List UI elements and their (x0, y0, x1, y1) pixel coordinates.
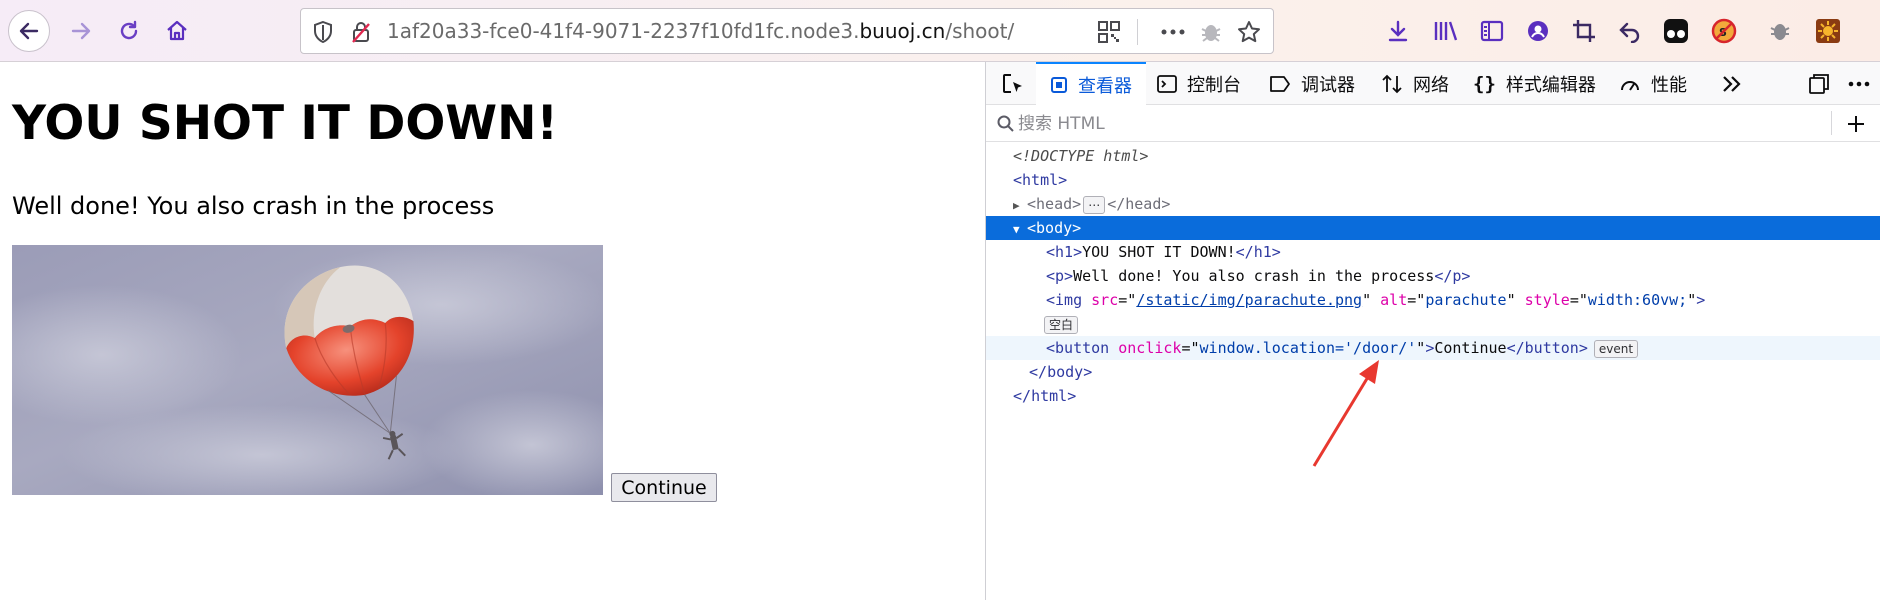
tampermonkey-icon[interactable] (1662, 17, 1690, 45)
arrow-right-icon (71, 22, 91, 40)
bookmark-star-icon[interactable] (1237, 20, 1261, 44)
undo-icon[interactable] (1616, 17, 1644, 45)
page-heading: YOU SHOT IT DOWN! (12, 96, 558, 151)
extension-bug-icon[interactable] (1766, 17, 1794, 45)
bug-icon[interactable] (1199, 20, 1223, 44)
continue-button[interactable]: Continue (611, 473, 717, 502)
parachute-image (12, 245, 603, 495)
noscript-icon[interactable]: S (1710, 17, 1738, 45)
page-content: YOU SHOT IT DOWN! Well done! You also cr… (0, 62, 985, 600)
forward-button[interactable] (60, 10, 102, 52)
sidebar-icon[interactable] (1478, 17, 1506, 45)
url-text: 1af20a33-fce0-41f4-9071-2237f10fd1fc.nod… (387, 19, 1015, 43)
crop-icon[interactable] (1570, 17, 1598, 45)
browser-toolbar: 1af20a33-fce0-41f4-9071-2237f10fd1fc.nod… (0, 0, 1880, 62)
reload-icon (120, 20, 138, 40)
extension-sun-icon[interactable] (1814, 17, 1842, 45)
insecure-lock-icon[interactable] (349, 20, 373, 44)
arrow-left-icon (19, 22, 39, 40)
url-bar[interactable]: 1af20a33-fce0-41f4-9071-2237f10fd1fc.nod… (300, 8, 1274, 54)
home-icon (167, 20, 187, 41)
annotation-arrow (1312, 360, 1379, 467)
home-button[interactable] (156, 10, 198, 52)
back-button[interactable] (8, 10, 50, 52)
page-paragraph: Well done! You also crash in the process (12, 192, 495, 220)
shield-icon[interactable] (311, 20, 335, 44)
downloads-icon[interactable] (1384, 17, 1412, 45)
qr-code-icon[interactable] (1097, 20, 1121, 44)
library-icon[interactable] (1432, 17, 1460, 45)
devtools-panel: 查看器 控制台 调试器 网络 {} 样式编辑器 性能 搜索 HTML <!DOC… (985, 62, 1880, 600)
account-icon[interactable] (1524, 17, 1552, 45)
more-actions-icon[interactable] (1161, 20, 1185, 44)
url-divider (1137, 19, 1138, 45)
reload-button[interactable] (108, 10, 150, 52)
